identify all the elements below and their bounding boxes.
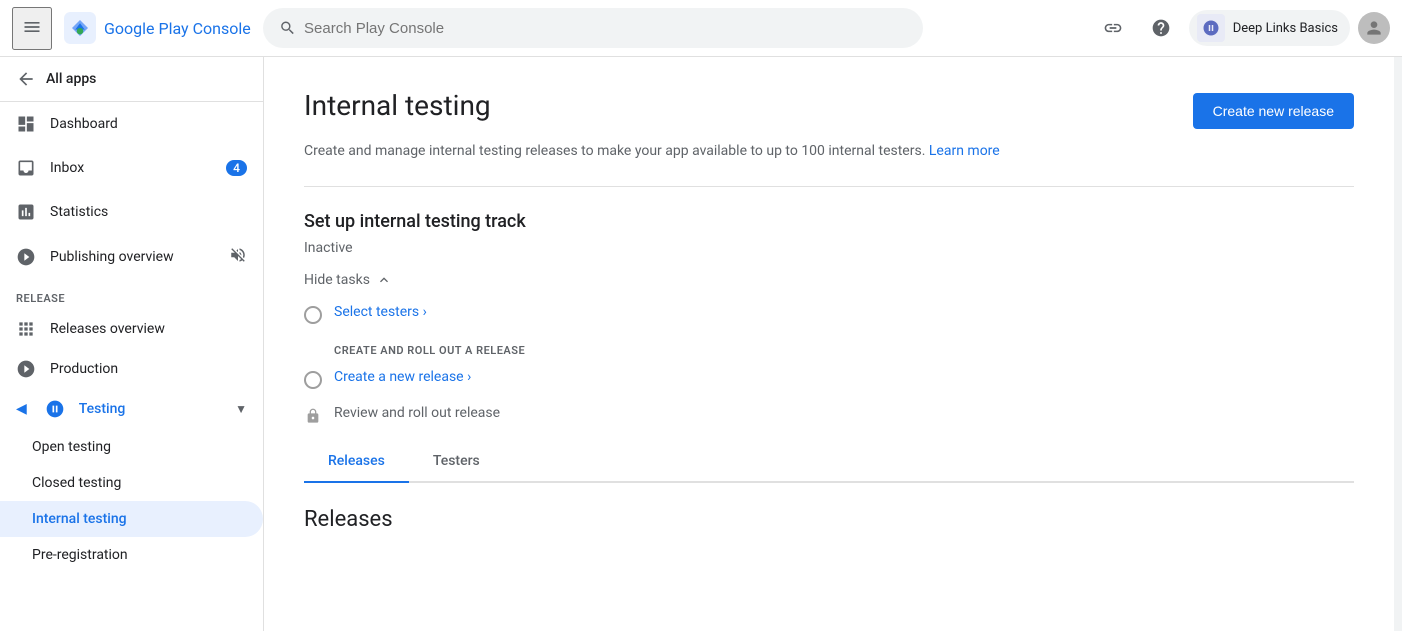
review-rollout-text: Review and roll out release bbox=[334, 405, 500, 421]
select-testers-link[interactable]: Select testers › bbox=[334, 304, 427, 320]
publishing-overview-label: Publishing overview bbox=[50, 249, 174, 265]
app-chip-label: Deep Links Basics bbox=[1233, 21, 1338, 36]
production-icon bbox=[16, 359, 36, 379]
logo-text: Google Play Console bbox=[104, 19, 251, 38]
inbox-badge: 4 bbox=[226, 160, 247, 176]
open-testing-label: Open testing bbox=[32, 439, 111, 455]
menu-icon[interactable] bbox=[12, 7, 52, 50]
help-icon-button[interactable] bbox=[1141, 8, 1181, 48]
task-create-release: Create a new release › bbox=[304, 369, 1354, 389]
topbar: Google Play Console Deep Links Basics bbox=[0, 0, 1402, 57]
sidebar-item-pre-registration[interactable]: Pre-registration bbox=[0, 537, 263, 573]
learn-more-link[interactable]: Learn more bbox=[929, 143, 1000, 159]
task-circle-select-testers bbox=[304, 306, 322, 324]
testing-label: Testing bbox=[79, 401, 126, 417]
main-content: Internal testing Create new release Crea… bbox=[264, 57, 1394, 631]
sidebar: All apps Dashboard Inbox 4 Statistics bbox=[0, 57, 264, 631]
tab-releases[interactable]: Releases bbox=[304, 441, 409, 483]
app-chip[interactable]: Deep Links Basics bbox=[1189, 10, 1350, 46]
page-header: Internal testing Create new release bbox=[304, 89, 1354, 129]
sidebar-item-testing[interactable]: ◀ Testing ▼ bbox=[0, 389, 263, 429]
link-icon-button[interactable] bbox=[1093, 8, 1133, 48]
sidebar-item-dashboard[interactable]: Dashboard bbox=[0, 102, 263, 146]
create-roll-label: CREATE AND ROLL OUT A RELEASE bbox=[334, 344, 1354, 357]
testing-chevron-left: ◀ bbox=[16, 401, 27, 417]
create-release-link[interactable]: Create a new release › bbox=[334, 369, 471, 385]
testing-expand-icon: ▼ bbox=[235, 402, 247, 416]
task-circle-create-release bbox=[304, 371, 322, 389]
production-label: Production bbox=[50, 361, 118, 377]
hide-tasks-chevron bbox=[376, 272, 392, 288]
statistics-icon bbox=[16, 202, 36, 222]
sidebar-item-open-testing[interactable]: Open testing bbox=[0, 429, 263, 465]
pre-registration-label: Pre-registration bbox=[32, 547, 128, 563]
layout: All apps Dashboard Inbox 4 Statistics bbox=[0, 57, 1402, 631]
header-divider bbox=[304, 186, 1354, 187]
all-apps-button[interactable]: All apps bbox=[0, 57, 263, 102]
statistics-label: Statistics bbox=[50, 204, 108, 220]
internal-testing-label: Internal testing bbox=[32, 511, 127, 527]
search-icon bbox=[279, 19, 296, 37]
sidebar-item-publishing-overview[interactable]: Publishing overview bbox=[0, 234, 263, 280]
releases-overview-icon bbox=[16, 319, 36, 339]
sidebar-item-production[interactable]: Production bbox=[0, 349, 263, 389]
scrollbar[interactable] bbox=[1394, 57, 1402, 631]
dashboard-icon bbox=[16, 114, 36, 134]
status-text: Inactive bbox=[304, 240, 1354, 256]
task-review-rollout: Review and roll out release bbox=[304, 405, 1354, 425]
search-bar[interactable] bbox=[263, 8, 923, 48]
sidebar-item-inbox[interactable]: Inbox 4 bbox=[0, 146, 263, 190]
publishing-overview-icon bbox=[16, 247, 36, 267]
inbox-icon bbox=[16, 158, 36, 178]
releases-overview-label: Releases overview bbox=[50, 321, 165, 337]
sidebar-item-closed-testing[interactable]: Closed testing bbox=[0, 465, 263, 501]
lock-icon bbox=[304, 407, 322, 425]
task-select-testers: Select testers › bbox=[304, 304, 1354, 324]
dashboard-label: Dashboard bbox=[50, 116, 118, 132]
testing-icon bbox=[45, 399, 65, 419]
setup-section-title: Set up internal testing track bbox=[304, 211, 1354, 232]
create-release-button[interactable]: Create new release bbox=[1193, 93, 1354, 129]
page-title: Internal testing bbox=[304, 89, 491, 122]
publishing-mute-icon bbox=[229, 246, 247, 268]
release-section-label: Release bbox=[0, 280, 263, 309]
inbox-label: Inbox bbox=[50, 160, 84, 176]
back-arrow-icon bbox=[16, 69, 36, 89]
sidebar-item-internal-testing[interactable]: Internal testing bbox=[0, 501, 263, 537]
closed-testing-label: Closed testing bbox=[32, 475, 121, 491]
releases-section-title: Releases bbox=[304, 507, 1354, 532]
logo[interactable]: Google Play Console bbox=[64, 12, 251, 44]
sidebar-item-statistics[interactable]: Statistics bbox=[0, 190, 263, 234]
avatar[interactable] bbox=[1358, 12, 1390, 44]
all-apps-label: All apps bbox=[46, 71, 96, 87]
page-description: Create and manage internal testing relea… bbox=[304, 141, 1354, 162]
sidebar-item-releases-overview[interactable]: Releases overview bbox=[0, 309, 263, 349]
tabs: Releases Testers bbox=[304, 441, 1354, 483]
hide-tasks-label: Hide tasks bbox=[304, 272, 370, 288]
tab-testers[interactable]: Testers bbox=[409, 441, 504, 483]
hide-tasks-button[interactable]: Hide tasks bbox=[304, 272, 1354, 288]
topbar-right: Deep Links Basics bbox=[1093, 8, 1390, 48]
search-input[interactable] bbox=[304, 20, 907, 37]
app-chip-icon bbox=[1197, 14, 1225, 42]
